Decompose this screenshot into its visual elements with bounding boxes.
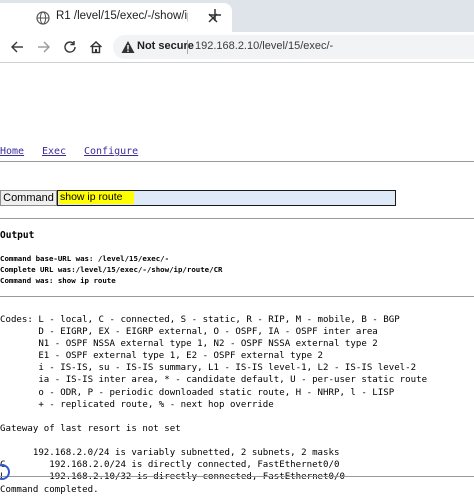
command-input-value: show ip route (59, 191, 135, 204)
route-line (0, 411, 427, 423)
back-arrow-icon[interactable] (10, 40, 24, 54)
command-log: Command base-URL was: /level/15/exec/- Co… (0, 253, 222, 286)
route-line: 192.168.2.0/24 is variably subnetted, 2 … (0, 448, 340, 459)
log-line: Complete URL was:/level/15/exec/-/show/i… (0, 265, 223, 274)
home-icon[interactable] (89, 40, 103, 54)
route-output: Codes: L - local, C - connected, S - sta… (0, 314, 427, 483)
new-tab-icon[interactable] (206, 6, 224, 24)
divider (0, 161, 474, 162)
tab-bar: R1 /level/15/exec/-/show/ip/ro (0, 0, 474, 32)
command-button[interactable]: Command (0, 190, 57, 206)
command-input[interactable]: show ip route (57, 190, 396, 206)
divider (0, 296, 474, 297)
reload-icon[interactable] (63, 40, 77, 54)
forward-arrow-icon[interactable] (37, 40, 51, 54)
route-line: L 192.168.2.10/32 is directly connected,… (0, 472, 345, 483)
route-line: Gateway of last resort is not set (0, 423, 181, 434)
divider (0, 476, 474, 477)
divider (0, 218, 474, 219)
route-line: N1 - OSPF NSSA external type 1, N2 - OSP… (0, 339, 378, 350)
not-secure-label[interactable]: Not secure (137, 40, 194, 52)
tab-title: R1 /level/15/exec/-/show/ip/ro (56, 10, 188, 22)
log-line: Command base-URL was: /level/15/exec/- (0, 254, 170, 263)
url-text[interactable]: 192.168.2.10/level/15/exec/- (195, 40, 333, 52)
active-tab[interactable]: R1 /level/15/exec/-/show/ip/ro (0, 3, 232, 32)
route-line: D - EIGRP, EX - EIGRP external, O - OSPF… (0, 327, 378, 338)
address-bar[interactable]: Not secure 192.168.2.10/level/15/exec/- (113, 35, 474, 59)
home-link[interactable]: Home (0, 146, 24, 157)
output-heading: Output (0, 230, 35, 241)
route-line: i - IS-IS, su - IS-IS summary, L1 - IS-I… (0, 363, 417, 374)
configure-link[interactable]: Configure (84, 146, 138, 157)
globe-icon (36, 11, 50, 25)
route-line: E1 - OSPF external type 1, E2 - OSPF ext… (0, 351, 324, 362)
route-line: Codes: L - local, C - connected, S - sta… (0, 315, 400, 325)
browser-toolbar: Not secure 192.168.2.10/level/15/exec/- (0, 32, 474, 63)
route-line: ia - IS-IS inter area, * - candidate def… (0, 375, 428, 386)
exec-link[interactable]: Exec (42, 146, 66, 157)
omnibox-divider (187, 40, 188, 54)
route-line: C 192.168.2.0/24 is directly connected, … (0, 460, 340, 471)
route-line: o - ODR, P - periodic downloaded static … (0, 387, 395, 398)
route-line: + - replicated route, % - next hop overr… (0, 399, 274, 410)
command-completed: Command completed. (0, 485, 99, 495)
warning-icon[interactable] (121, 40, 135, 54)
route-line (0, 435, 427, 447)
log-line: Command was: show ip route (0, 276, 116, 285)
